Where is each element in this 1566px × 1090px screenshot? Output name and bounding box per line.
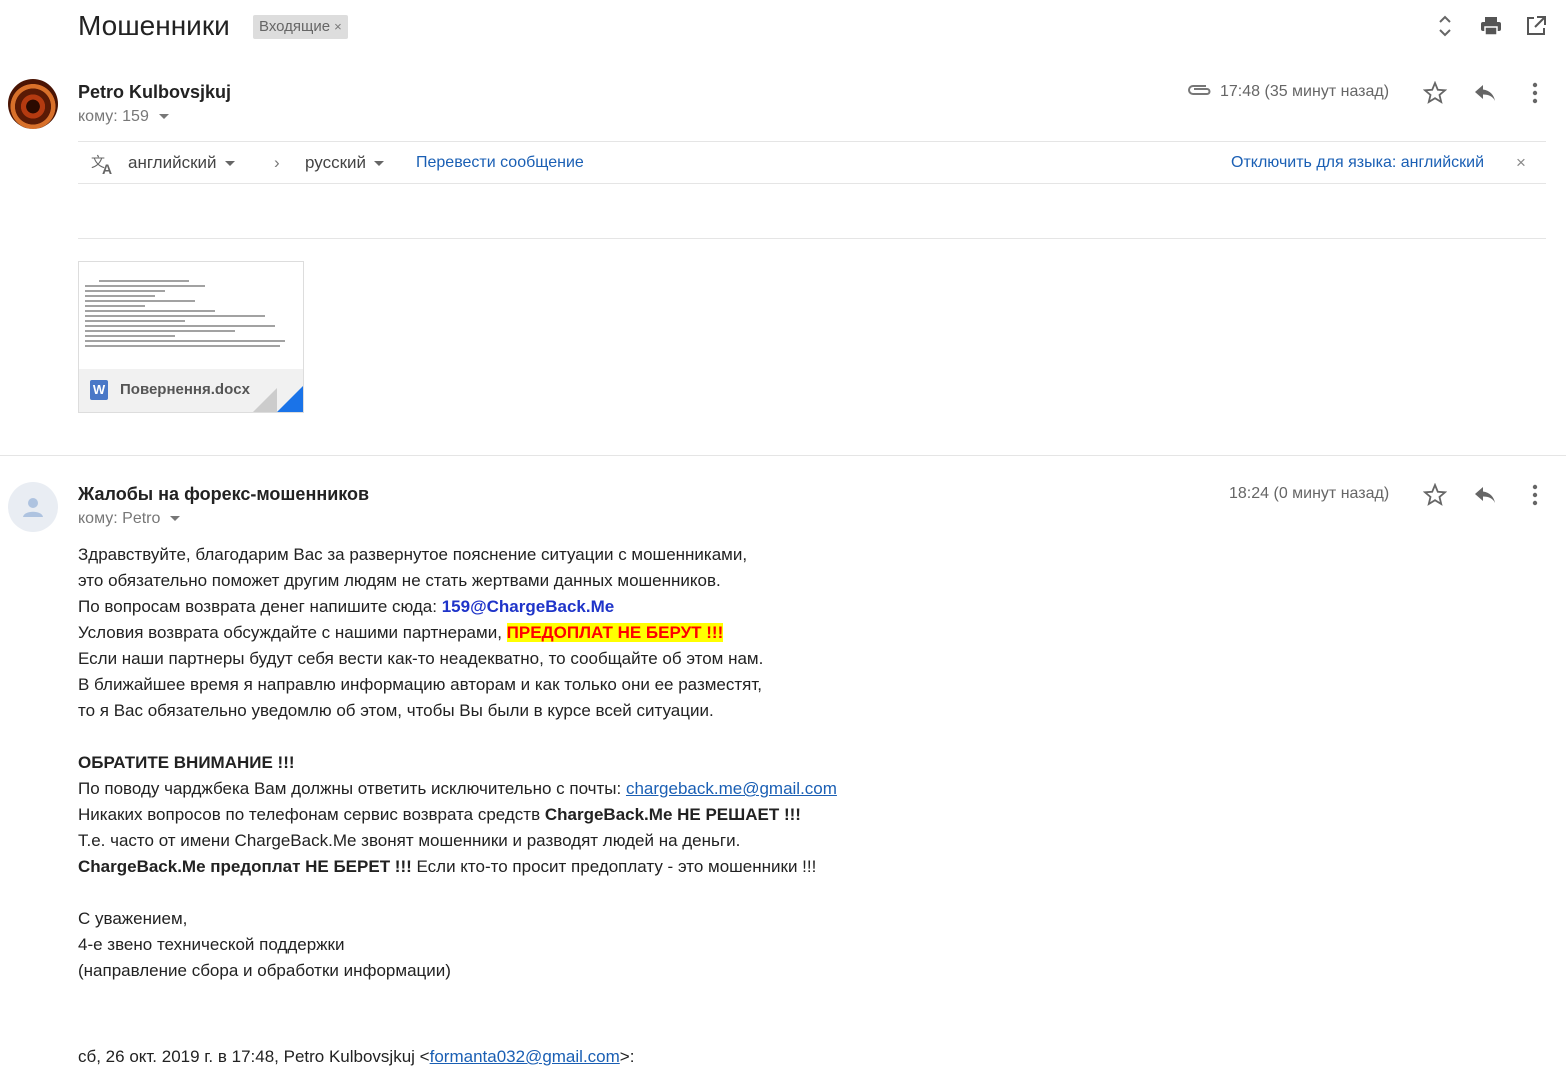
quote-text: сб, 26 окт. 2019 г. в 17:48, Petro Kulbo… [78,1047,430,1066]
open-new-window-icon[interactable] [1522,12,1550,40]
target-language-label: русский [305,153,367,172]
recipients-dropdown-icon[interactable] [170,516,181,522]
highlighted-warning: ПРЕДОПЛАТ НЕ БЕРУТ !!! [506,623,724,642]
quote-email-link[interactable]: formanta032@gmail.com [430,1047,620,1066]
recipients-text: кому: Petro [78,510,161,527]
more-vert-icon[interactable] [1520,78,1550,108]
message1-sender[interactable]: Petro Kulbovsjkuj [78,82,231,103]
contact-email[interactable]: 159@ChargeBack.Me [442,597,615,616]
recipients-dropdown-icon[interactable] [158,114,169,120]
thread-subject: Мошенники [78,10,230,41]
body-line: По поводу чарджбека Вам должны ответить … [78,776,1278,802]
word-doc-icon: W [90,380,108,400]
quote-text: >: [619,1047,635,1066]
message2-recipients[interactable]: кому: Petro [78,510,181,528]
attachment-clip-icon [1186,80,1212,105]
body-line: Т.е. часто от имени ChargeBack.Me звонят… [78,831,741,850]
body-line: Если наши партнеры будут себя вести как-… [78,649,764,668]
source-language-label: английский [128,153,217,172]
recipients-text: кому: 159 [78,108,149,125]
quoted-header: сб, 26 окт. 2019 г. в 17:48, Petro Kulbo… [78,1044,634,1070]
message2-time: 18:24 (0 минут назад) [1229,485,1390,502]
label-text: Входящие [259,18,331,35]
body-line: Здравствуйте, благодарим Вас за разверну… [78,545,748,564]
page-fold-icon [253,388,277,412]
translate-bar: 文A английский › русский Перевести сообще… [78,141,1546,184]
star-icon[interactable] [1420,78,1450,108]
signature-line: 4-е звено технической поддержки [78,935,345,954]
message1-time: 17:48 (35 минут назад) [1220,83,1390,100]
svg-text:A: A [102,161,112,175]
inbox-label-chip[interactable]: Входящие × [253,15,348,39]
close-translate-bar-icon[interactable]: × [1516,142,1526,183]
body-line: ChargeBack.Me предоплат НЕ БЕРЕТ !!! Есл… [78,854,1278,880]
signature-line: С уважением, [78,909,188,928]
signature-line: (направление сбора и обработки информаци… [78,961,451,980]
more-vert-icon[interactable] [1520,480,1550,510]
arrow-right-icon: › [274,153,280,172]
print-icon[interactable] [1477,12,1505,40]
body-text: Никаких вопросов по телефонам сервис воз… [78,805,545,824]
translate-icon: 文A [91,142,117,183]
message1-recipients[interactable]: кому: 159 [78,108,169,126]
star-icon[interactable] [1420,480,1450,510]
body-line: По вопросам возврата денег напишите сюда… [78,594,1278,620]
body-line: В ближайшее время я направлю информацию … [78,675,763,694]
body-text: По вопросам возврата денег напишите сюда… [78,597,442,616]
divider [78,238,1546,239]
body-text: По поводу чарджбека Вам должны ответить … [78,779,626,798]
body-text: Условия возврата обсуждайте с нашими пар… [78,623,507,642]
gmail-link[interactable]: chargeback.me@gmail.com [626,779,837,798]
body-line: это обязательно поможет другим людям не … [78,571,721,590]
message2-body: Здравствуйте, благодарим Вас за разверну… [78,542,1278,984]
sender-avatar[interactable] [8,79,58,129]
chevron-down-icon [374,161,385,167]
bold-text: ChargeBack.Me НЕ РЕШАЕТ !!! [544,805,801,824]
bold-text: ChargeBack.Me предоплат НЕ БЕРЕТ !!! [78,857,412,876]
reply-icon[interactable] [1470,480,1500,510]
translate-message-link[interactable]: Перевести сообщение [416,142,584,183]
attachment-filename: Повернення.docx [120,381,250,398]
divider [0,455,1566,456]
reply-icon[interactable] [1470,78,1500,108]
doc-corner-icon [277,386,303,412]
expand-collapse-icon[interactable] [1431,12,1459,40]
source-language-select[interactable]: английский [128,142,235,183]
message2-sender[interactable]: Жалобы на форекс-мошенников [78,484,369,505]
attention-heading: ОБРАТИТЕ ВНИМАНИЕ !!! [78,753,295,772]
target-language-select[interactable]: русский [305,142,385,183]
label-remove-icon[interactable]: × [334,19,342,34]
default-avatar-icon[interactable] [8,482,58,532]
disable-translation-link[interactable]: Отключить для языка: английский [1231,142,1484,183]
document-preview [85,280,295,380]
body-line: Условия возврата обсуждайте с нашими пар… [78,620,1278,646]
body-line: то я Вас обязательно уведомлю об этом, ч… [78,701,714,720]
body-line: Никаких вопросов по телефонам сервис воз… [78,802,1278,828]
attachment-card[interactable]: W Повернення.docx [78,261,304,413]
body-text: Если кто-то просит предоплату - это моше… [411,857,817,876]
chevron-down-icon [224,161,235,167]
